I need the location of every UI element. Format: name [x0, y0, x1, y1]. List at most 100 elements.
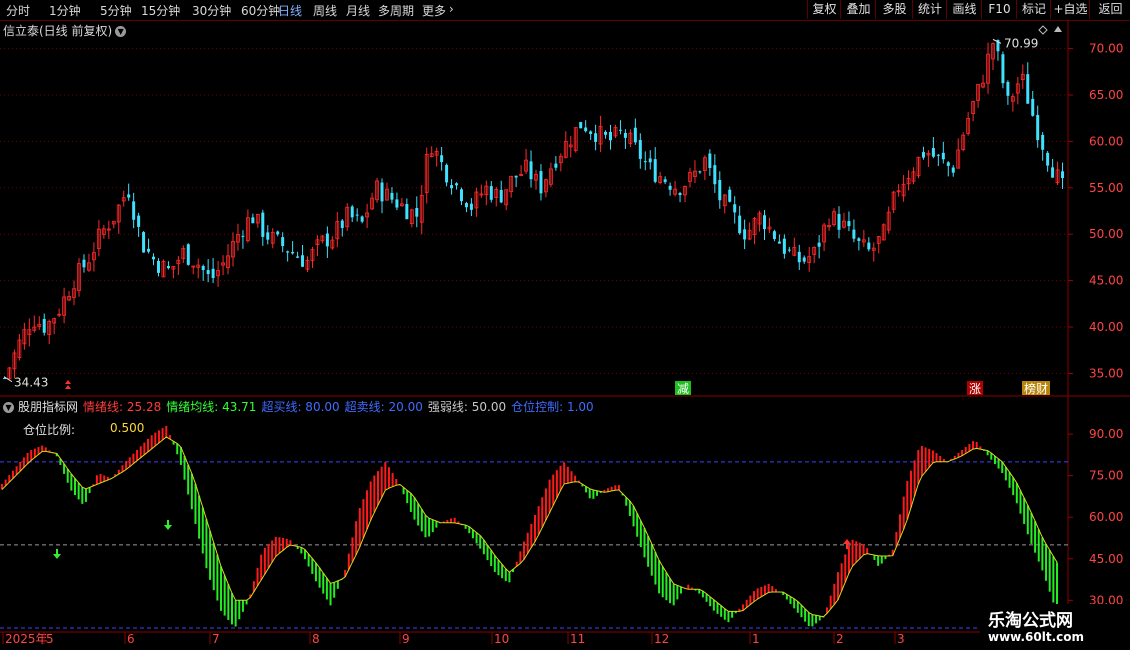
candle-body	[708, 153, 712, 168]
collapse-icon[interactable]: ▼	[3, 402, 14, 413]
candle-body	[584, 127, 588, 132]
candle-body	[296, 256, 300, 258]
candle-body	[325, 233, 329, 247]
low-price-label: 34.43	[14, 376, 48, 390]
candle-body	[340, 220, 344, 228]
candle-body	[802, 257, 806, 262]
candle-body	[618, 129, 622, 131]
candle-body	[1051, 167, 1055, 178]
candle-body	[623, 132, 627, 138]
indicator-field-4: 强弱线: 50.00	[427, 400, 507, 414]
candle-body	[152, 256, 156, 260]
candle-body	[797, 251, 801, 263]
indicator-tick-label: 45.00	[1089, 552, 1123, 566]
candle-body	[951, 167, 955, 173]
candle-body	[777, 241, 781, 244]
candle-body	[127, 194, 131, 198]
candle-body	[698, 171, 702, 173]
candle-body	[1036, 114, 1040, 141]
date-label-4: 8	[312, 632, 320, 646]
candle-body	[360, 216, 364, 222]
candle-body	[539, 171, 543, 194]
position-ratio-value: 0.500	[110, 421, 145, 435]
price-tick-label: 70.00	[1089, 42, 1123, 56]
candle-body	[529, 161, 533, 180]
event-marker-0: 减	[677, 382, 689, 396]
price-tick-label: 60.00	[1089, 134, 1123, 148]
candle-body	[633, 127, 637, 143]
candle-body	[355, 214, 359, 216]
candle-body	[499, 189, 503, 203]
candle-body	[936, 154, 940, 156]
candle-body	[1041, 134, 1045, 150]
candle-body	[291, 251, 295, 254]
candle-body	[301, 255, 305, 267]
date-label-2: 6	[127, 632, 135, 646]
candle-body	[638, 140, 642, 159]
indicator-tick-label: 90.00	[1089, 427, 1123, 441]
price-tick-label: 35.00	[1089, 366, 1123, 380]
candle-body	[743, 229, 747, 240]
candle-body	[450, 185, 454, 189]
indicator-header: ▼ 股朋指标网 情绪线: 25.28 情绪均线: 43.71 超买线: 80.00 超卖线…	[3, 398, 604, 415]
event-marker-1: 涨	[969, 381, 981, 396]
candle-body	[82, 259, 86, 268]
candle-body	[405, 203, 409, 220]
candle-body	[186, 244, 190, 265]
candle-body	[286, 251, 290, 253]
emotion-average-line	[1, 436, 1058, 618]
candle-body	[609, 131, 613, 141]
candle-body	[931, 148, 935, 157]
candle-body	[867, 242, 871, 250]
double-chevron-icon	[65, 380, 71, 389]
price-tick-label: 65.00	[1089, 88, 1123, 102]
candle-body	[201, 265, 205, 271]
candle-body	[261, 212, 265, 237]
candle-body	[455, 183, 459, 186]
indicator-tick-label: 60.00	[1089, 510, 1123, 524]
candle-body	[772, 231, 776, 240]
candle-body	[837, 213, 841, 230]
candle-body	[1001, 54, 1005, 84]
date-label-8: 12	[654, 632, 669, 646]
candle-body	[1031, 98, 1035, 116]
date-label-7: 11	[570, 632, 585, 646]
candle-body	[594, 133, 598, 142]
candle-body	[817, 242, 821, 247]
candle-body	[206, 270, 210, 274]
indicator-field-3: 超卖线: 20.00	[344, 400, 423, 414]
date-label-0: 2025年	[5, 632, 48, 646]
candle-body	[469, 203, 473, 210]
indicator-tick-label: 75.00	[1089, 469, 1123, 483]
candle-body	[1026, 74, 1030, 104]
date-label-6: 10	[494, 632, 509, 646]
candle-body	[678, 193, 682, 196]
candle-body	[787, 249, 791, 251]
candle-body	[415, 207, 419, 217]
candle-body	[1006, 81, 1010, 96]
candle-body	[276, 231, 280, 235]
date-label-1: 5	[46, 632, 54, 646]
candle-body	[464, 203, 468, 208]
candle-body	[241, 235, 245, 237]
candle-body	[251, 217, 255, 224]
price-tick-label: 40.00	[1089, 320, 1123, 334]
up-arrow-icon	[1054, 26, 1062, 32]
candle-body	[579, 122, 583, 129]
candle-body	[852, 229, 856, 239]
candle-body	[156, 260, 160, 273]
signal-arrow-0	[53, 549, 61, 559]
candle-body	[554, 163, 558, 168]
high-price-label: 70.99	[1004, 36, 1038, 50]
candle-body	[857, 238, 861, 241]
candle-body	[380, 182, 384, 202]
watermark-url: www.60lt.com	[988, 630, 1085, 644]
candle-body	[718, 180, 722, 201]
candle-body	[211, 268, 215, 279]
candle-body	[514, 175, 518, 178]
price-tick-label: 55.00	[1089, 181, 1123, 195]
indicator-field-5: 仓位控制: 1.00	[511, 400, 594, 414]
signal-arrow-1	[164, 520, 172, 530]
candle-body	[648, 158, 652, 163]
candle-body	[390, 192, 394, 200]
